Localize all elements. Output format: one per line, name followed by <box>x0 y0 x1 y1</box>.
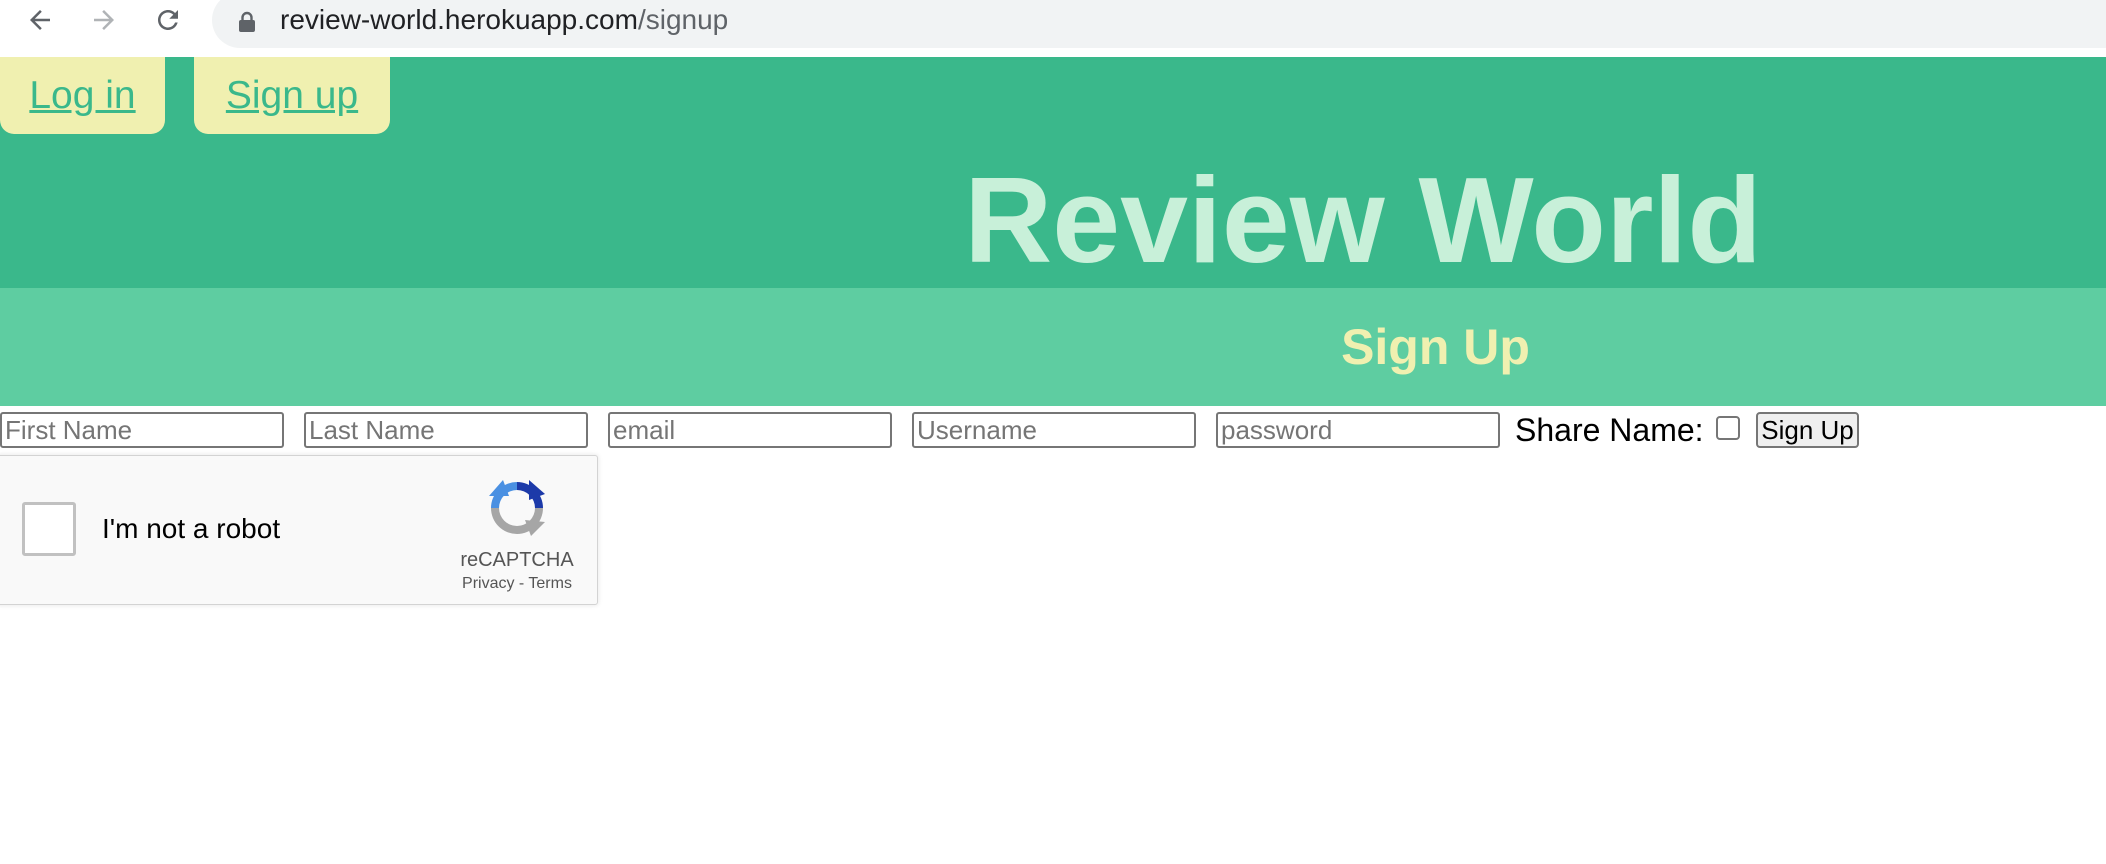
first-name-input[interactable] <box>0 412 284 448</box>
reload-icon <box>158 9 178 30</box>
login-link[interactable]: Log in <box>0 57 165 134</box>
site-title: Review World <box>964 152 1762 288</box>
username-input[interactable] <box>912 412 1196 448</box>
back-button[interactable] <box>16 0 64 40</box>
url-text: review-world.herokuapp.com/signup <box>280 0 728 44</box>
recaptcha-terms-link[interactable]: Terms <box>528 575 572 592</box>
recaptcha-link-separator: - <box>514 575 529 592</box>
recaptcha-privacy-link[interactable]: Privacy <box>462 575 514 592</box>
recaptcha-logo-icon <box>489 480 545 536</box>
share-name-checkbox[interactable] <box>1716 416 1740 440</box>
email-input[interactable] <box>608 412 892 448</box>
recaptcha-links: Privacy - Terms <box>417 574 617 594</box>
recaptcha-label: I'm not a robot <box>102 513 281 544</box>
forward-button[interactable] <box>80 0 128 40</box>
address-bar[interactable]: review-world.herokuapp.com/signup <box>212 0 2106 48</box>
share-name-label: Share Name: <box>1515 412 1704 448</box>
recaptcha-checkbox[interactable] <box>22 502 76 556</box>
signup-form: Share Name: Sign Up <box>0 410 2106 452</box>
password-input[interactable] <box>1216 412 1500 448</box>
last-name-input[interactable] <box>304 412 588 448</box>
forward-arrow-icon <box>94 10 114 30</box>
url-path: /signup <box>637 4 729 35</box>
signup-submit-button[interactable]: Sign Up <box>1756 412 1859 448</box>
browser-toolbar: review-world.herokuapp.com/signup <box>0 0 2106 57</box>
url-host: review-world.herokuapp.com <box>280 4 638 35</box>
recaptcha-brand: reCAPTCHA <box>460 549 574 571</box>
lock-icon <box>239 11 255 32</box>
reload-button[interactable] <box>144 0 192 40</box>
page-heading: Sign Up <box>1341 319 1530 375</box>
signup-link[interactable]: Sign up <box>194 57 390 134</box>
back-arrow-icon <box>30 10 50 30</box>
recaptcha-widget: I'm not a robot reCAPTCHA Privacy - Term… <box>0 455 598 605</box>
